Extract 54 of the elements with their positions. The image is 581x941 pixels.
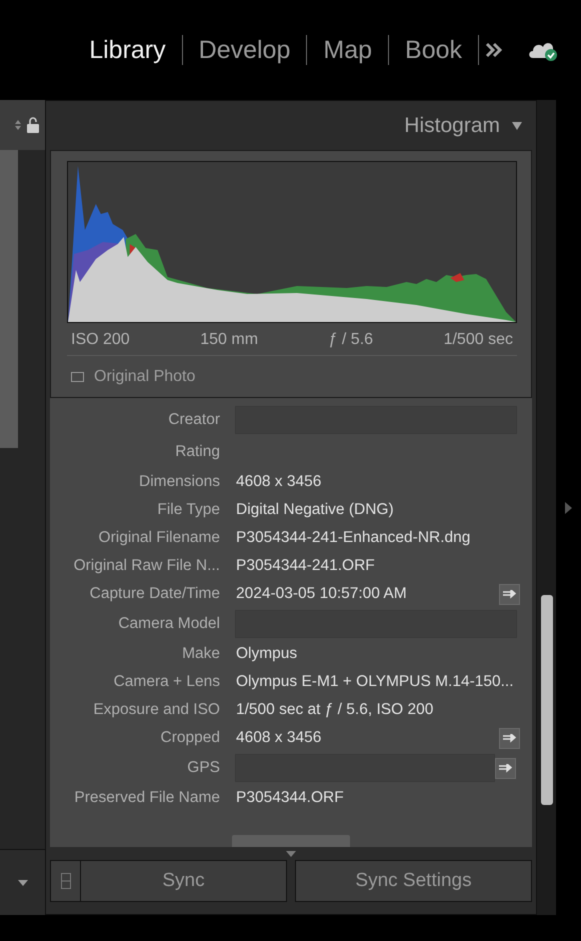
metadata-label: Preserved File Name <box>73 789 220 807</box>
expand-arrow-icon[interactable] <box>565 502 572 514</box>
metadata-label: Make <box>181 645 220 663</box>
metadata-label: Original Filename <box>98 529 220 547</box>
metadata-value: 2024-03-05 10:57:00 AM <box>236 585 407 603</box>
sort-arrows-icon[interactable] <box>15 119 21 131</box>
collapse-triangle-icon[interactable] <box>512 122 522 130</box>
metadata-label: File Type <box>156 501 220 519</box>
metadata-value: 4608 x 3456 <box>236 473 322 491</box>
metadata-label: Creator <box>167 411 220 429</box>
metadata-value: Olympus E-M1 + OLYMPUS M.14-150... <box>236 673 514 691</box>
metadata-value: P3054344-241.ORF <box>236 557 375 575</box>
exposure-info: 1/500 sec <box>444 331 513 349</box>
metadata-label: Camera Model <box>117 615 220 633</box>
double-chevron-icon[interactable] <box>485 42 503 58</box>
module-tab[interactable]: Map <box>307 36 388 64</box>
arrow-icon <box>499 764 512 772</box>
input-field[interactable] <box>235 754 495 782</box>
exposure-info: ISO 200 <box>71 331 130 349</box>
checkbox-label: Original Photo <box>94 368 196 386</box>
scrollbar-thumb[interactable] <box>0 150 18 448</box>
module-tab[interactable]: Library <box>73 36 182 64</box>
metadata-label: Camera + Lens <box>112 673 220 691</box>
checkbox[interactable] <box>71 372 84 382</box>
metadata-label: Capture Date/Time <box>88 585 220 603</box>
sync-button[interactable]: Sync <box>50 860 287 902</box>
caret-icon[interactable] <box>18 880 28 886</box>
metadata-value: P3054344.ORF <box>236 789 344 807</box>
panel-title[interactable]: Histogram <box>404 114 500 138</box>
arrow-button[interactable] <box>495 758 516 778</box>
metadata-label: Cropped <box>160 729 220 747</box>
lock-icon[interactable] <box>27 117 39 133</box>
sync-button[interactable]: Sync Settings <box>295 860 532 902</box>
arrow-button[interactable] <box>499 584 520 604</box>
arrow-icon <box>503 590 516 598</box>
arrow-icon <box>503 734 516 742</box>
switch-icon[interactable] <box>60 873 70 889</box>
metadata-value: Olympus <box>236 645 298 663</box>
collapse-triangle-icon[interactable] <box>286 851 296 857</box>
metadata-label: GPS <box>186 759 220 777</box>
exposure-info: ƒ / 5.6 <box>328 331 374 349</box>
metadata-value: 1/500 sec at ƒ / 5.6, ISO 200 <box>236 701 434 719</box>
metadata-label: Original Raw File N... <box>72 557 220 575</box>
metadata-label: Exposure and ISO <box>92 701 220 719</box>
metadata-label: Dimensions <box>138 473 220 491</box>
exposure-info: 150 mm <box>200 331 258 349</box>
scrollbar-thumb[interactable] <box>540 595 552 805</box>
module-tab[interactable]: Book <box>389 36 478 64</box>
metadata-value: Digital Negative (DNG) <box>236 501 394 519</box>
module-tab[interactable]: Develop <box>182 36 306 64</box>
arrow-button[interactable] <box>499 728 520 748</box>
metadata-value: 4608 x 3456 <box>236 729 322 747</box>
metadata-label: Rating <box>174 443 220 461</box>
metadata-value: P3054344-241-Enhanced-NR.dng <box>236 529 470 547</box>
